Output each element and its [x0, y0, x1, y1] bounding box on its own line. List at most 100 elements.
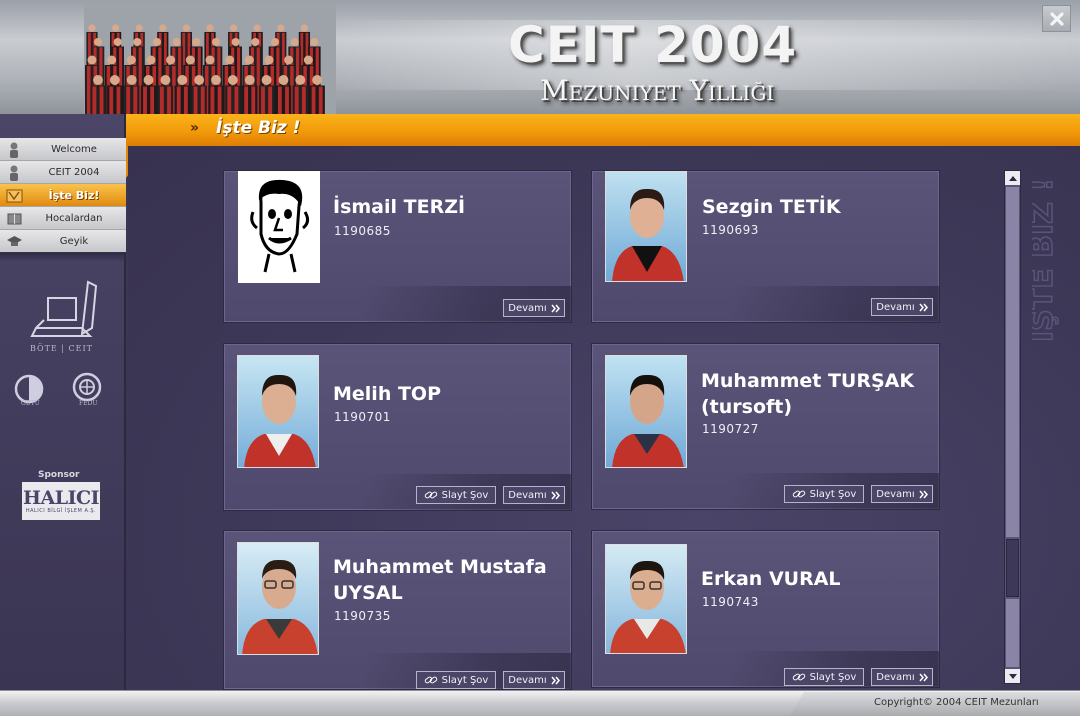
more-button[interactable]: Devamı [503, 299, 565, 317]
student-name: Sezgin TETİK [702, 196, 841, 218]
student-name: İsmail TERZİ [333, 196, 466, 218]
folder-icon [6, 189, 23, 203]
sidebar-item-label: Geyik [59, 235, 89, 247]
sidebar-item-label: CEIT 2004 [48, 166, 100, 178]
student-photo[interactable] [605, 171, 687, 282]
more-button[interactable]: Devamı [871, 298, 933, 316]
graduation-group-photo [84, 2, 336, 114]
more-button[interactable]: Devamı [871, 668, 933, 686]
section-watermark: İŞTE BİZ ! [1032, 177, 1061, 343]
link-icon [424, 491, 437, 499]
scroll-up-button[interactable] [1005, 171, 1020, 185]
double-chevron-right-icon [551, 304, 560, 312]
student-card: Sezgin TETİK 1190693 Devamı [591, 170, 940, 323]
student-id: 1190693 [702, 223, 759, 237]
graduation-cap-icon [7, 236, 22, 246]
watermark-text: İŞTE BİZ ! [1032, 178, 1060, 342]
student-id: 1190701 [334, 410, 391, 424]
odtu-label: ODTÜ [21, 400, 40, 407]
double-chevron-icon: » [190, 120, 200, 136]
person-icon [10, 165, 18, 181]
student-photo[interactable] [237, 355, 319, 468]
bote-ceit-label: BÖTE | CEIT [30, 344, 93, 353]
close-icon [1049, 11, 1064, 26]
slideshow-label: Slayt Şov [809, 671, 857, 683]
slideshow-label: Slayt Şov [441, 674, 489, 686]
student-name: Muhammet Mustafa UYSAL [333, 556, 547, 604]
double-chevron-right-icon [919, 490, 928, 498]
student-name: Melih TOP [333, 383, 441, 405]
student-id: 1190743 [702, 595, 759, 609]
sidebar-item-label: Welcome [51, 143, 97, 155]
arrow-up-icon [1008, 175, 1017, 181]
scroll-track[interactable] [1006, 187, 1019, 537]
close-button[interactable] [1042, 5, 1071, 32]
double-chevron-right-icon [919, 303, 928, 311]
more-label: Devamı [508, 302, 547, 314]
student-card: Muhammet TURŞAK (tursoft) 1190727 Slayt … [591, 343, 940, 510]
sidebar: Welcome CEIT 2004 İşte Biz! Hocalardan G… [0, 114, 126, 692]
sponsor-label: Sponsor [38, 470, 80, 480]
student-photo[interactable] [605, 355, 687, 468]
book-icon [7, 213, 22, 225]
more-label: Devamı [876, 671, 915, 683]
student-id: 1190735 [334, 609, 391, 623]
vertical-scrollbar[interactable] [1004, 170, 1021, 684]
student-card: Muhammet Mustafa UYSAL 1190735 Slayt Şov… [223, 530, 572, 690]
sidebar-item-hocalardan[interactable]: Hocalardan [0, 207, 126, 230]
sponsor-logo[interactable]: HALICI HALICI BİLGİ İŞLEM A.Ş. [22, 482, 100, 520]
sidebar-item-ceit-2004[interactable]: CEIT 2004 [0, 161, 126, 184]
portrait-image [238, 356, 318, 467]
more-label: Devamı [876, 488, 915, 500]
app-subtitle: Mezuniyet Yıllığı [540, 74, 775, 107]
sidebar-item-geyik[interactable]: Geyik [0, 230, 126, 253]
sidebar-item-iste-biz[interactable]: İşte Biz! [0, 184, 126, 207]
student-photo[interactable] [238, 171, 320, 283]
link-icon [792, 673, 805, 681]
sidebar-item-label: İşte Biz! [48, 188, 100, 202]
more-button[interactable]: Devamı [503, 671, 565, 689]
slideshow-button[interactable]: Slayt Şov [416, 486, 496, 504]
scroll-down-button[interactable] [1005, 669, 1020, 683]
scroll-thumb[interactable] [1006, 539, 1019, 597]
student-photo[interactable] [605, 544, 687, 654]
portrait-image [606, 356, 686, 467]
portrait-image [606, 545, 686, 653]
double-chevron-right-icon [919, 673, 928, 681]
section-title: İşte Biz ! [216, 118, 301, 138]
link-icon [424, 676, 437, 684]
student-name: Muhammet TURŞAK (tursoft) [701, 370, 915, 418]
student-card: Melih TOP 1190701 Slayt Şov Devamı [223, 343, 572, 511]
caricature-image [250, 179, 310, 273]
arrow-down-icon [1008, 673, 1017, 679]
student-id: 1190727 [702, 422, 759, 436]
student-card: İsmail TERZİ 1190685 Devamı [223, 170, 572, 323]
copyright-text: Copyright© 2004 CEIT Mezunları [874, 697, 1039, 708]
slideshow-button[interactable]: Slayt Şov [784, 668, 864, 686]
student-photo[interactable] [237, 542, 319, 655]
more-label: Devamı [508, 674, 547, 686]
portrait-image [606, 172, 686, 281]
fedu-label: FEDU [79, 400, 98, 407]
link-icon [792, 490, 805, 498]
sidebar-item-label: Hocalardan [45, 212, 103, 224]
sponsor-name: HALICI [23, 487, 99, 509]
header: CEIT 2004 Mezuniyet Yıllığı [0, 0, 1080, 114]
student-name: Erkan VURAL [701, 568, 841, 590]
slideshow-label: Slayt Şov [809, 488, 857, 500]
more-label: Devamı [876, 301, 915, 313]
more-button[interactable]: Devamı [871, 485, 933, 503]
portrait-image [238, 543, 318, 654]
slideshow-button[interactable]: Slayt Şov [784, 485, 864, 503]
double-chevron-right-icon [551, 491, 560, 499]
student-card: Erkan VURAL 1190743 Slayt Şov Devamı [591, 530, 940, 688]
double-chevron-right-icon [551, 676, 560, 684]
sidebar-item-welcome[interactable]: Welcome [0, 138, 126, 161]
more-button[interactable]: Devamı [503, 486, 565, 504]
person-icon [10, 142, 18, 158]
menu-shadow [0, 252, 126, 262]
slideshow-button[interactable]: Slayt Şov [416, 671, 496, 689]
more-label: Devamı [508, 489, 547, 501]
student-id: 1190685 [334, 224, 391, 238]
scroll-track[interactable] [1006, 599, 1019, 667]
